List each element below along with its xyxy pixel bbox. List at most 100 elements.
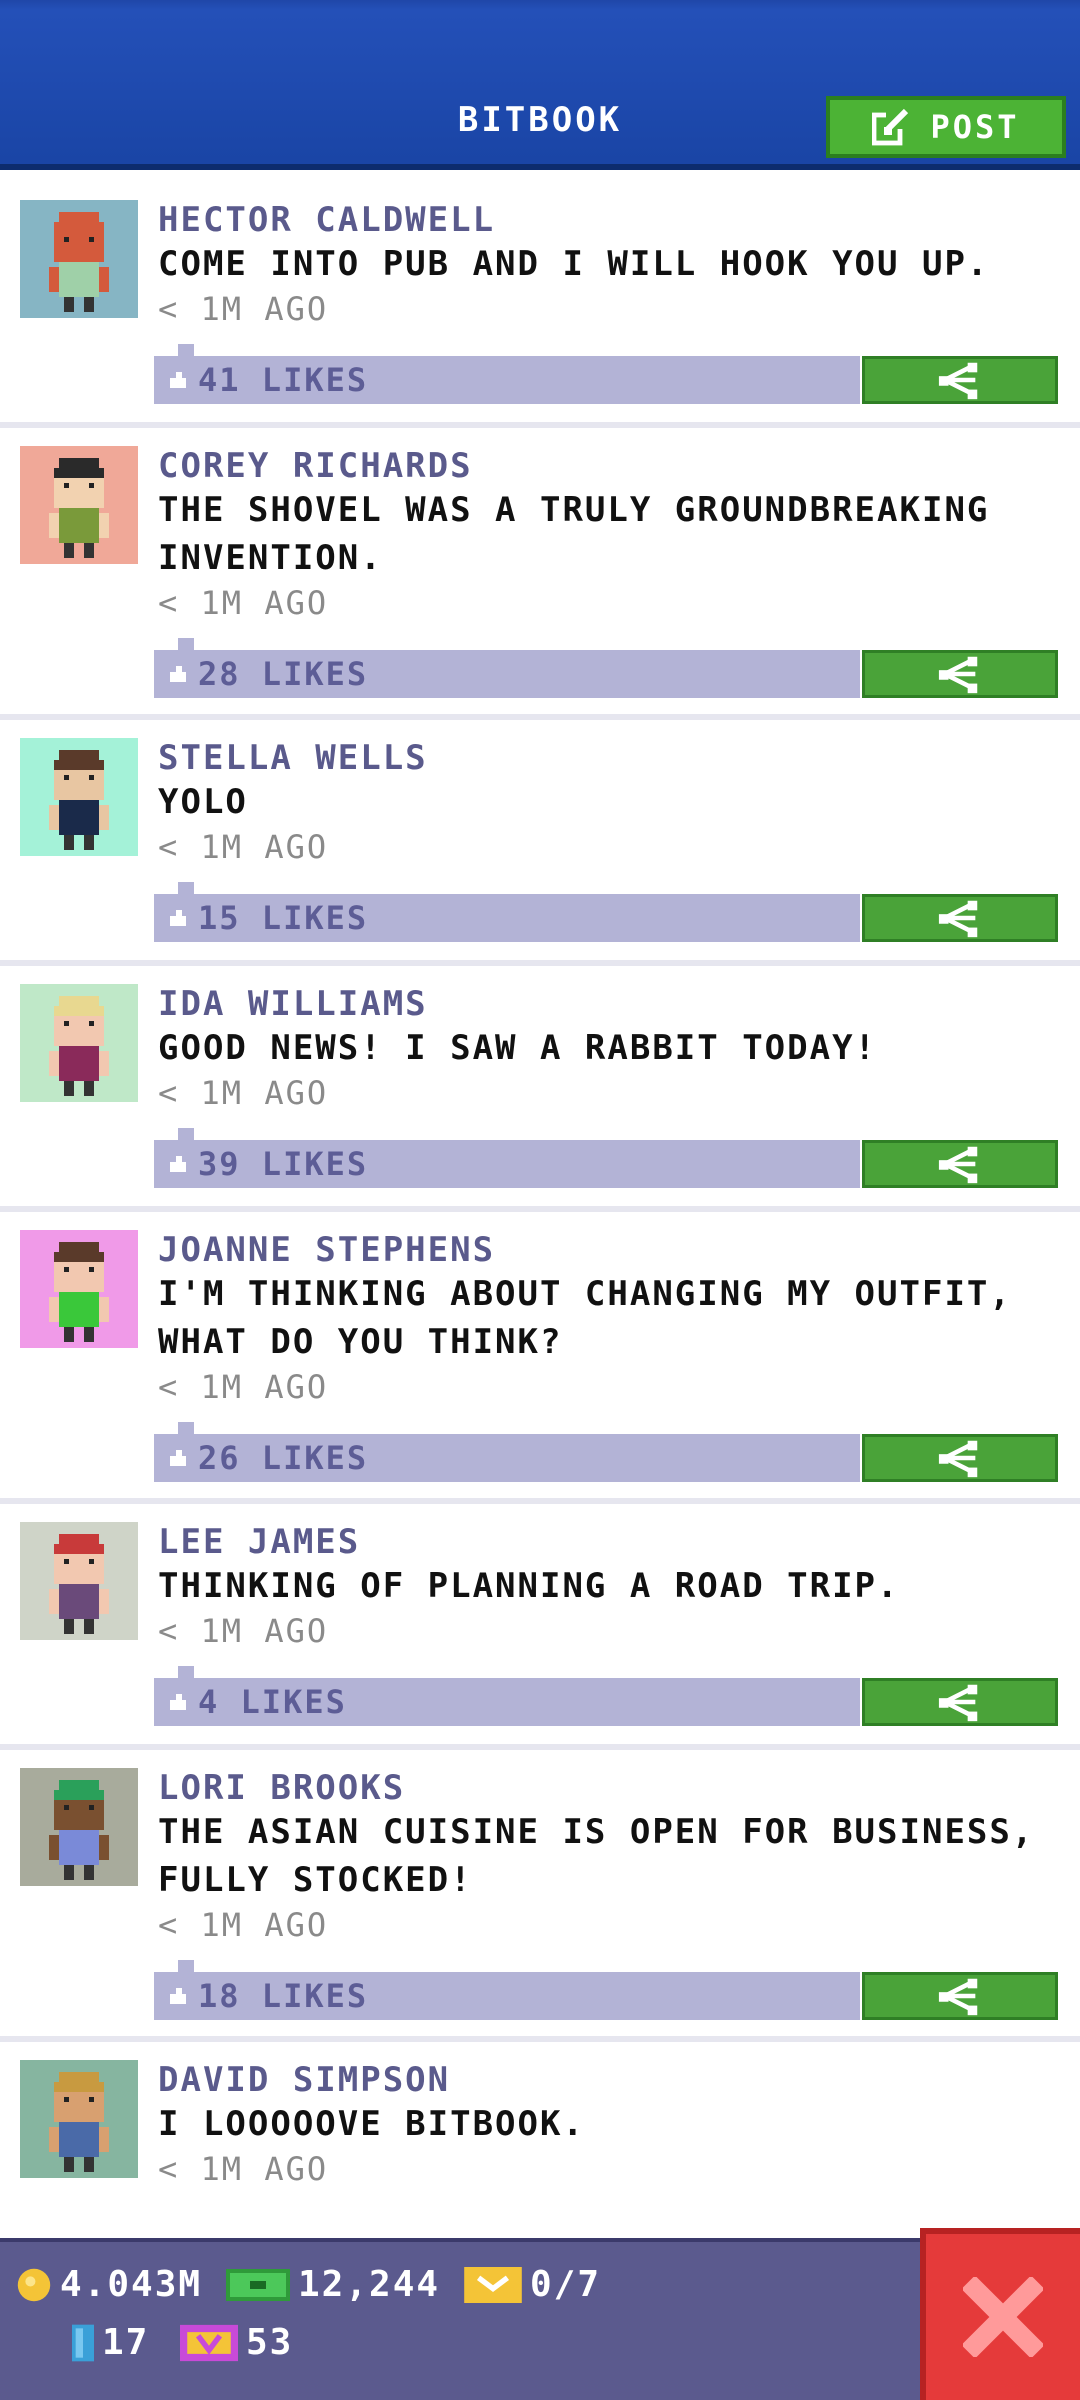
coins-stat: 4.043M <box>16 2264 202 2305</box>
close-button[interactable] <box>920 2228 1080 2400</box>
like-tab <box>178 882 194 896</box>
post-time: < 1M AGO <box>158 584 329 622</box>
top-bar: BITBOOK POST <box>0 0 1080 170</box>
avatar-figure <box>49 458 109 558</box>
avatar-figure <box>49 750 109 850</box>
vip-card-icon <box>72 2324 94 2361</box>
like-button[interactable]: 4 LIKES <box>154 1666 860 1726</box>
share-icon <box>938 656 978 694</box>
feed-post: LORI BROOKS THE ASIAN CUISINE IS OPEN FOR… <box>0 1768 1080 2042</box>
post-author[interactable]: JOANNE STEPHENS <box>158 1230 495 1270</box>
likes-count: 4 LIKES <box>198 1683 347 1721</box>
share-button[interactable] <box>862 1972 1058 2020</box>
like-button[interactable]: 39 LIKES <box>154 1128 860 1188</box>
vip-value: 17 <box>102 2322 150 2363</box>
post-time: < 1M AGO <box>158 828 329 866</box>
post-time: < 1M AGO <box>158 1906 329 1944</box>
thumbs-up-icon <box>170 1988 186 2004</box>
post-button-label: POST <box>930 108 1020 146</box>
thumbs-up-icon <box>170 1694 186 1710</box>
ticket-icon <box>464 2266 522 2303</box>
avatar-figure <box>49 1780 109 1880</box>
thumbs-up-icon <box>170 910 186 926</box>
avatar-figure <box>49 212 109 312</box>
post-text: GOOD NEWS! I SAW A RABBIT TODAY! <box>158 1028 878 1068</box>
feed-post: LEE JAMES THINKING OF PLANNING A ROAD TRI… <box>0 1522 1080 1750</box>
tickets-value: 0/7 <box>530 2264 602 2305</box>
avatar[interactable] <box>20 984 138 1102</box>
coin-icon <box>17 2268 51 2301</box>
like-button[interactable]: 26 LIKES <box>154 1422 860 1482</box>
avatar[interactable] <box>20 2060 138 2178</box>
share-icon <box>938 900 978 938</box>
vip-stat: 17 <box>72 2322 149 2363</box>
like-tab <box>178 1422 194 1436</box>
gems-value: 53 <box>246 2322 294 2363</box>
likes-count: 26 LIKES <box>198 1439 369 1477</box>
share-button[interactable] <box>862 1434 1058 1482</box>
feed-post: IDA WILLIAMS GOOD NEWS! I SAW A RABBIT TO… <box>0 984 1080 1212</box>
avatar[interactable] <box>20 1522 138 1640</box>
post-author[interactable]: LEE JAMES <box>158 1522 360 1562</box>
like-tab <box>178 638 194 652</box>
avatar-figure <box>49 1534 109 1634</box>
avatar-figure <box>49 1242 109 1342</box>
share-icon <box>938 1440 978 1478</box>
status-bar: 4.043M 12,244 0/7 17 53 <box>0 2238 1080 2400</box>
like-button[interactable]: 28 LIKES <box>154 638 860 698</box>
post-button[interactable]: POST <box>826 96 1066 158</box>
post-text: I'M THINKING ABOUT CHANGING MY OUTFIT, W… <box>158 1274 1012 1362</box>
like-tab <box>178 344 194 358</box>
share-button[interactable] <box>862 894 1058 942</box>
share-icon <box>938 1146 978 1184</box>
avatar-figure <box>49 2072 109 2172</box>
likes-count: 39 LIKES <box>198 1145 369 1183</box>
share-button[interactable] <box>862 1678 1058 1726</box>
post-text: THE SHOVEL WAS A TRULY GROUNDBREAKING IN… <box>158 490 990 578</box>
share-icon <box>938 1684 978 1722</box>
likes-count: 18 LIKES <box>198 1977 369 2015</box>
post-author[interactable]: HECTOR CALDWELL <box>158 200 495 240</box>
share-button[interactable] <box>862 650 1058 698</box>
share-icon <box>938 362 978 400</box>
post-author[interactable]: LORI BROOKS <box>158 1768 405 1808</box>
compose-icon <box>872 108 909 146</box>
post-text: COME INTO PUB AND I WILL HOOK YOU UP. <box>158 244 990 284</box>
likes-count: 28 LIKES <box>198 655 369 693</box>
post-author[interactable]: DAVID SIMPSON <box>158 2060 450 2100</box>
bitbook-feed[interactable]: HECTOR CALDWELL COME INTO PUB AND I WILL … <box>0 176 1080 2238</box>
post-author[interactable]: IDA WILLIAMS <box>158 984 428 1024</box>
post-time: < 1M AGO <box>158 290 329 328</box>
avatar[interactable] <box>20 200 138 318</box>
like-tab <box>178 1128 194 1142</box>
thumbs-up-icon <box>170 1450 186 1466</box>
feed-post: JOANNE STEPHENS I'M THINKING ABOUT CHANGI… <box>0 1230 1080 1504</box>
avatar[interactable] <box>20 1768 138 1886</box>
post-time: < 1M AGO <box>158 2150 329 2188</box>
likes-count: 15 LIKES <box>198 899 369 937</box>
like-button[interactable]: 41 LIKES <box>154 344 860 404</box>
coins-value: 4.043M <box>60 2264 203 2305</box>
post-author[interactable]: COREY RICHARDS <box>158 446 473 486</box>
feed-post: STELLA WELLS YOLO < 1M AGO 15 LIKES <box>0 738 1080 966</box>
like-button[interactable]: 18 LIKES <box>154 1960 860 2020</box>
post-author[interactable]: STELLA WELLS <box>158 738 428 778</box>
post-text: THE ASIAN CUISINE IS OPEN FOR BUSINESS, … <box>158 1812 1035 1900</box>
tickets-stat: 0/7 <box>464 2264 601 2305</box>
gem-ticket-icon <box>180 2324 238 2361</box>
like-button[interactable]: 15 LIKES <box>154 882 860 942</box>
avatar[interactable] <box>20 1230 138 1348</box>
like-tab <box>178 1666 194 1680</box>
close-icon <box>963 2277 1043 2357</box>
avatar[interactable] <box>20 446 138 564</box>
share-button[interactable] <box>862 1140 1058 1188</box>
avatar[interactable] <box>20 738 138 856</box>
share-button[interactable] <box>862 356 1058 404</box>
share-icon <box>938 1978 978 2016</box>
gems-stat: 53 <box>180 2322 293 2363</box>
thumbs-up-icon <box>170 1156 186 1172</box>
thumbs-up-icon <box>170 372 186 388</box>
post-text: I LOOOOOVE BITBOOK. <box>158 2104 585 2144</box>
bux-stat: 12,244 <box>226 2264 440 2305</box>
feed-post: DAVID SIMPSON I LOOOOOVE BITBOOK. < 1M AGO <box>0 2060 1080 2238</box>
